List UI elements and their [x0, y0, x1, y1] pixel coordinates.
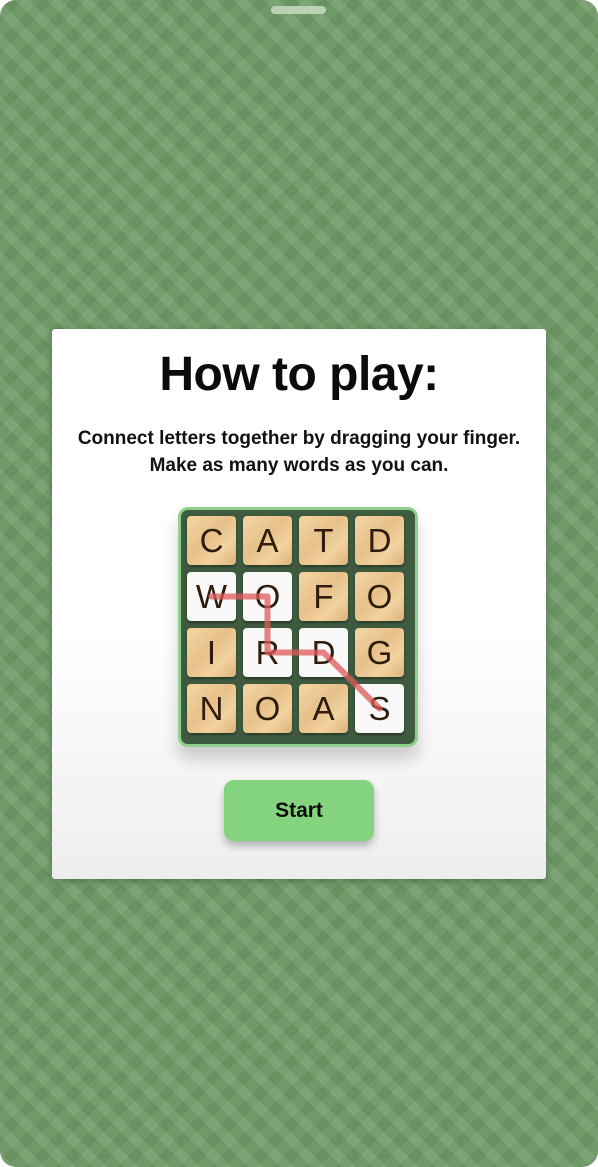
letter-tile[interactable]: A [299, 684, 348, 733]
letter-tile[interactable]: D [299, 628, 348, 677]
dialog-title: How to play: [159, 348, 439, 401]
game-background: How to play: Connect letters together by… [0, 0, 598, 1167]
letter-tile[interactable]: O [355, 572, 404, 621]
letter-tile[interactable]: N [187, 684, 236, 733]
letter-tile[interactable]: O [243, 684, 292, 733]
start-button[interactable]: Start [224, 780, 374, 841]
how-to-play-dialog: How to play: Connect letters together by… [52, 329, 546, 879]
letter-tile[interactable]: C [187, 516, 236, 565]
letter-tile[interactable]: W [187, 572, 236, 621]
letter-tile[interactable]: F [299, 572, 348, 621]
letter-tile[interactable]: I [187, 628, 236, 677]
letter-tile[interactable]: O [243, 572, 292, 621]
letter-tile[interactable]: A [243, 516, 292, 565]
letter-tile[interactable]: R [243, 628, 292, 677]
letter-tile[interactable]: S [355, 684, 404, 733]
dialog-instructions: Connect letters together by dragging you… [77, 428, 521, 476]
letter-tile[interactable]: D [355, 516, 404, 565]
letter-tile[interactable]: G [355, 628, 404, 677]
sheet-grab-handle[interactable] [271, 6, 326, 14]
example-letter-board: CATDWOFOIRDGNOAS [178, 507, 418, 747]
letter-tile[interactable]: T [299, 516, 348, 565]
